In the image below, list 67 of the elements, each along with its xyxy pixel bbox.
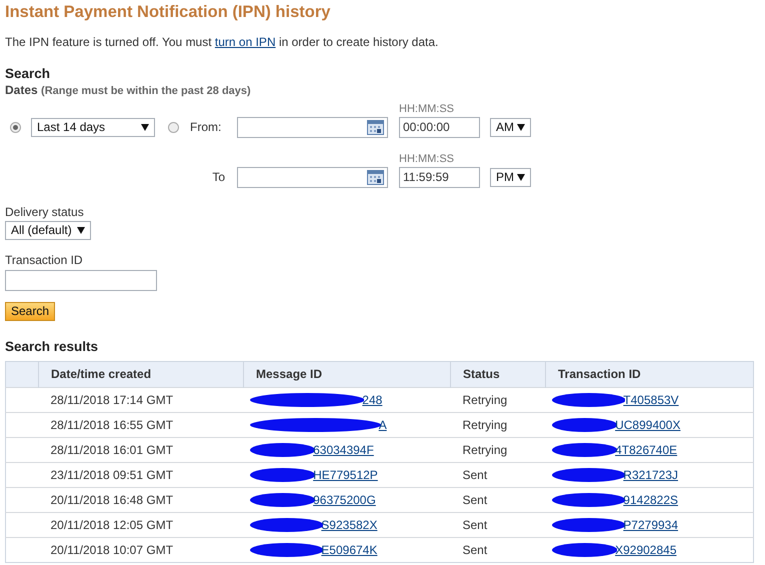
redaction-scribble (552, 543, 618, 558)
id-link[interactable]: R321723J (623, 468, 678, 482)
radio-button[interactable] (168, 122, 179, 133)
calendar-icon[interactable] (367, 170, 384, 185)
field-label: Transaction ID (5, 253, 84, 268)
id-link[interactable]: 9142822S (623, 492, 678, 507)
page-title: Instant Payment Notification (IPN) history (5, 2, 332, 23)
date-cell: 20/11/2018 12:05 GMT (38, 512, 244, 538)
column-header: Status (450, 362, 546, 388)
notice-text: The IPN feature is turned off. You must turn on IPN in order to create history data. (5, 34, 440, 50)
id-link[interactable]: 96375200G (313, 492, 376, 507)
time-field[interactable]: 00:00:00 (399, 116, 480, 138)
date-cell: 23/11/2018 09:51 GMT (38, 462, 244, 488)
redaction-scribble (552, 418, 618, 432)
id-link[interactable]: HE779512P (313, 468, 378, 482)
turn-on-link[interactable]: turn on IPN (214, 34, 276, 49)
redaction-scribble (250, 493, 316, 508)
redaction-scribble (250, 468, 316, 482)
id-link[interactable]: UC899400X (615, 418, 680, 432)
range-dropdown[interactable]: Last 14 days (31, 118, 155, 137)
column-header: Date/time created (38, 362, 244, 388)
transaction-id-field[interactable] (5, 270, 157, 292)
status-cell: Retrying (450, 412, 546, 438)
id-link[interactable]: X92902845 (615, 542, 676, 557)
caret-icon (77, 227, 85, 234)
date-field[interactable] (237, 166, 388, 188)
field-label: Delivery status (5, 205, 85, 220)
status-cell: Sent (450, 462, 546, 488)
calendar-icon[interactable] (367, 120, 384, 135)
time-field[interactable]: 11:59:59 (399, 166, 480, 188)
from-label: From: (190, 120, 222, 135)
id-link[interactable]: T405853V (623, 392, 679, 407)
section-heading: Search results (5, 339, 100, 356)
caret-icon (141, 124, 149, 131)
ampm-dropdown[interactable]: PM (490, 168, 531, 187)
id-link[interactable]: S923582X (321, 518, 378, 532)
id-link[interactable]: E509674K (321, 542, 378, 557)
status-cell: Sent (450, 538, 546, 563)
date-cell: 28/11/2018 16:01 GMT (38, 438, 244, 463)
delivery-status-dropdown[interactable]: All (default) (5, 221, 91, 240)
ampm-dropdown[interactable]: AM (490, 118, 531, 137)
column-header: Message ID (244, 362, 450, 388)
dates-label: Dates (Range must be within the past 28 days) (5, 82, 252, 98)
id-link[interactable]: P7279934 (623, 518, 678, 532)
id-link[interactable]: 248 (362, 392, 382, 407)
caret-icon (517, 174, 525, 181)
id-link[interactable]: A (378, 418, 387, 432)
date-cell: 28/11/2018 17:14 GMT (38, 388, 244, 413)
search-button[interactable]: Search (5, 302, 56, 322)
status-cell: Sent (450, 488, 546, 513)
time-format-label: HH:MM:SS (399, 152, 455, 166)
date-field[interactable] (237, 116, 388, 138)
status-cell: Retrying (450, 438, 546, 463)
radio-button[interactable] (10, 122, 21, 133)
id-link[interactable]: 4T826740E (615, 442, 678, 457)
date-cell: 20/11/2018 10:07 GMT (38, 538, 244, 563)
date-cell: 28/11/2018 16:55 GMT (38, 412, 244, 438)
time-format-label: HH:MM:SS (399, 102, 455, 116)
caret-icon (517, 124, 525, 131)
id-link[interactable]: 63034394F (313, 442, 374, 457)
date-cell: 20/11/2018 16:48 GMT (38, 488, 244, 513)
column-header: Transaction ID (546, 362, 754, 388)
redaction-scribble (250, 443, 316, 458)
to-label: To (212, 170, 225, 185)
status-cell: Retrying (450, 388, 546, 413)
section-heading: Search (5, 66, 52, 82)
status-cell: Sent (450, 512, 546, 538)
